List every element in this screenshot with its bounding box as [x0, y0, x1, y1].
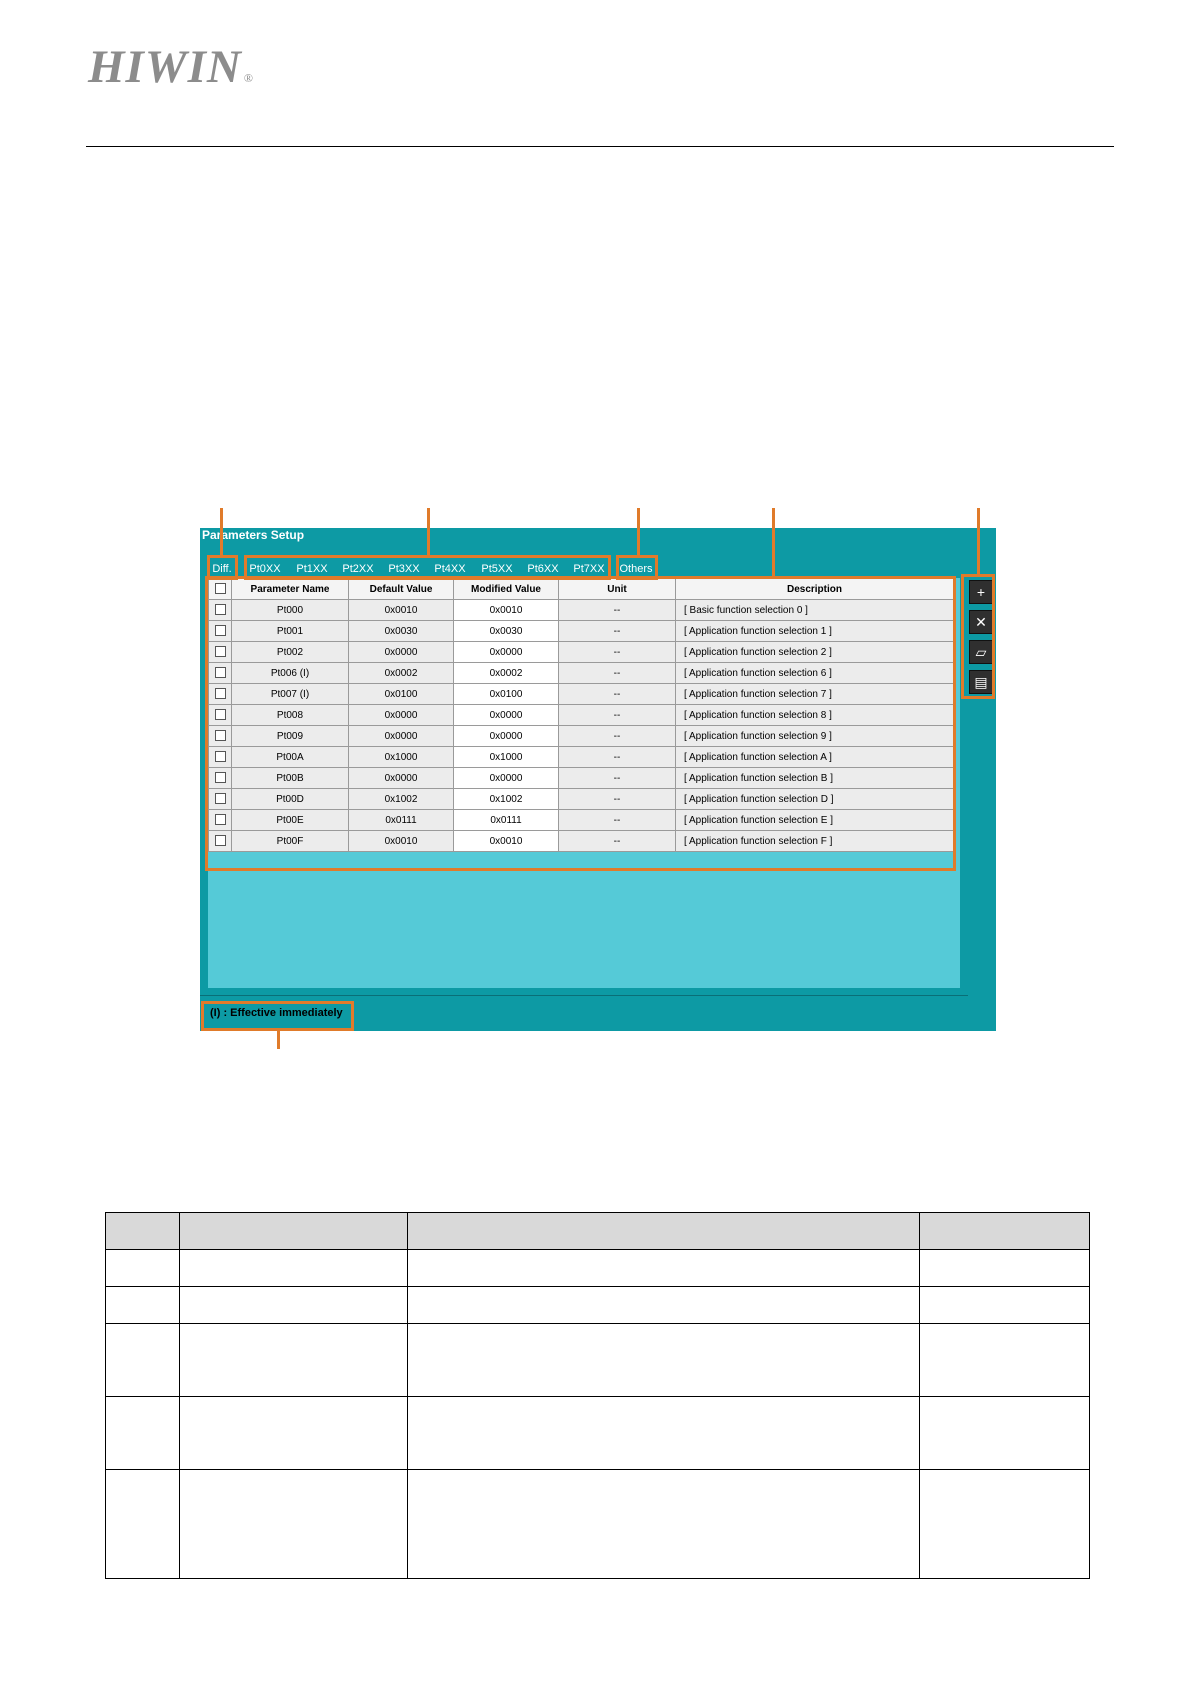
reference-table-row [105, 1286, 1090, 1324]
window-title: Parameters Setup [202, 528, 305, 542]
cell [407, 1212, 920, 1250]
cell [919, 1212, 1090, 1250]
hiwin-logo: HIWIN ® [88, 44, 254, 91]
cell [105, 1469, 180, 1579]
logo-text: HIWIN [88, 41, 242, 93]
callout-pointer-toolbar [977, 508, 980, 576]
highlight-toolbar [961, 574, 995, 699]
cell [407, 1469, 920, 1579]
cell [179, 1469, 408, 1579]
callout-pointer-table [772, 508, 775, 576]
highlight-footer [201, 1001, 354, 1031]
reference-table-row [105, 1323, 1090, 1397]
cell [179, 1212, 408, 1250]
callout-pointer-diff [220, 508, 223, 555]
cell [179, 1396, 408, 1470]
cell [105, 1323, 180, 1397]
header-rule [86, 146, 1114, 147]
cell [105, 1212, 180, 1250]
cell [179, 1249, 408, 1287]
cell [105, 1396, 180, 1470]
reference-table [105, 1212, 1090, 1579]
callout-pointer-footer [277, 1031, 280, 1049]
callout-pointer-group-tabs [427, 508, 430, 555]
cell [179, 1323, 408, 1397]
cell [407, 1286, 920, 1324]
cell [919, 1396, 1090, 1470]
reference-table-header [105, 1212, 1090, 1250]
callout-pointer-others [637, 508, 640, 555]
cell [919, 1469, 1090, 1579]
cell [179, 1286, 408, 1324]
cell [105, 1249, 180, 1287]
cell [407, 1323, 920, 1397]
cell [919, 1323, 1090, 1397]
highlight-table [205, 576, 956, 871]
cell [407, 1249, 920, 1287]
registered-mark: ® [243, 71, 254, 85]
footer-divider [200, 995, 968, 996]
cell [407, 1396, 920, 1470]
cell [919, 1249, 1090, 1287]
cell [105, 1286, 180, 1324]
cell [919, 1286, 1090, 1324]
reference-table-row [105, 1396, 1090, 1470]
reference-table-row [105, 1469, 1090, 1579]
reference-table-row [105, 1249, 1090, 1287]
